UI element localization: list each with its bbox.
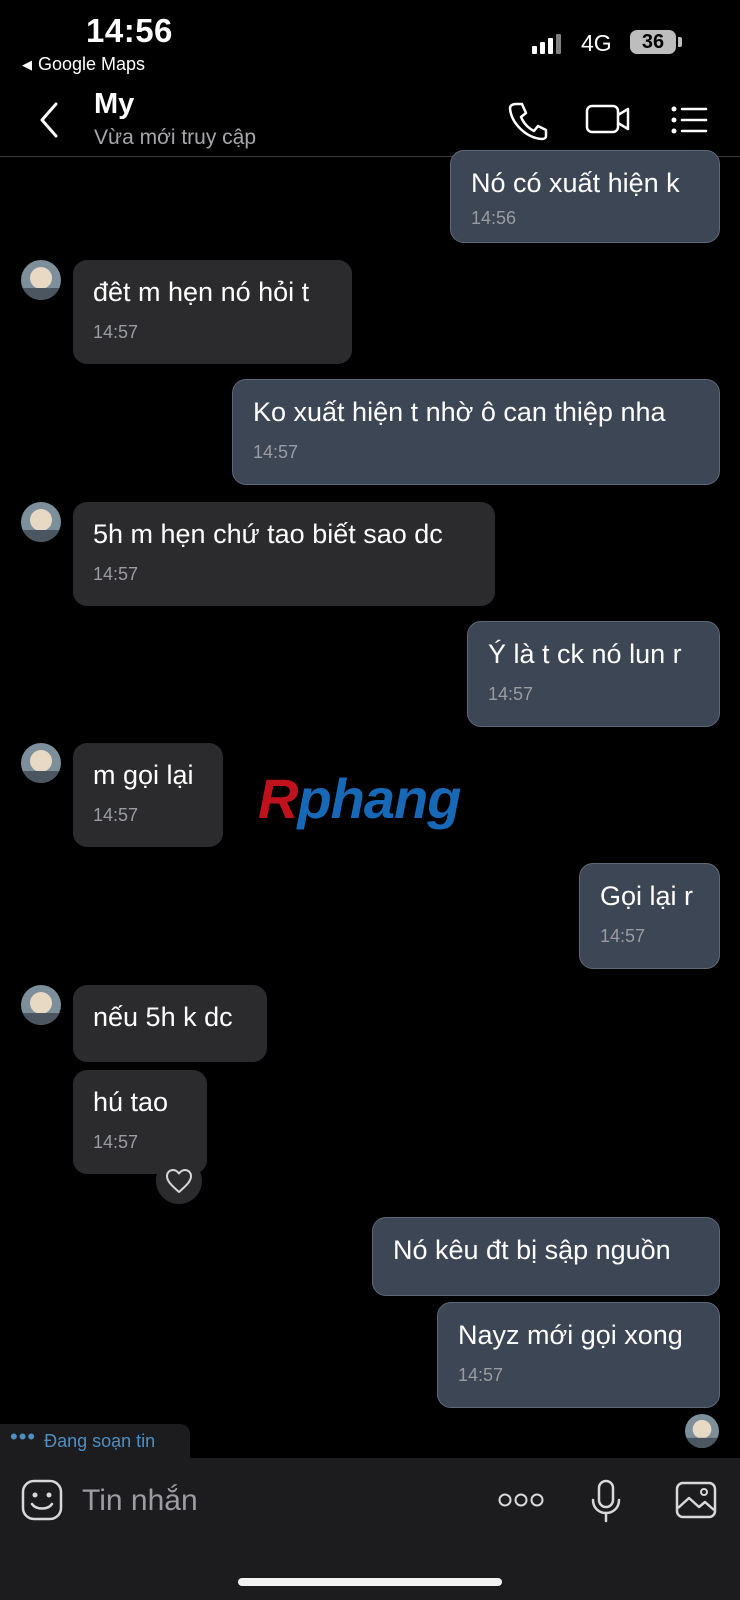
voice-button[interactable] <box>590 1478 622 1524</box>
battery-icon: 36 <box>630 30 676 54</box>
menu-button[interactable] <box>668 98 712 142</box>
typing-dots-icon: ••• <box>10 1424 37 1449</box>
back-app-label: Google Maps <box>38 54 146 74</box>
avatar[interactable] <box>21 743 61 783</box>
reaction-button[interactable] <box>156 1158 202 1204</box>
emoji-icon <box>21 1479 63 1521</box>
message-bubble[interactable]: Nó kêu đt bị sập nguồn <box>372 1217 720 1296</box>
signal-icon <box>532 32 561 54</box>
emoji-button[interactable] <box>20 1478 64 1522</box>
message-input[interactable]: Tin nhắn <box>82 1484 198 1518</box>
message-bubble[interactable]: Ko xuất hiện t nhờ ô can thiệp nha 14:57 <box>232 379 720 485</box>
status-time: 14:56 <box>86 12 173 49</box>
battery-level: 36 <box>641 30 665 53</box>
phone-icon <box>508 102 548 141</box>
heart-icon <box>166 1169 192 1193</box>
seen-avatar <box>685 1414 719 1448</box>
more-icon <box>498 1493 544 1507</box>
avatar[interactable] <box>21 502 61 542</box>
message-time: 14:57 <box>93 322 139 342</box>
message-time: 14:57 <box>93 1132 139 1152</box>
avatar[interactable] <box>21 260 61 300</box>
message-text: 5h m hẹn chứ tao biết sao dc <box>93 519 443 549</box>
contact-status: Vừa mới truy cập <box>94 126 257 149</box>
message-text: Gọi lại r <box>600 881 694 911</box>
avatar[interactable] <box>21 985 61 1025</box>
more-button[interactable] <box>497 1488 545 1512</box>
message-bubble[interactable]: Ý là t ck nó lun r 14:57 <box>467 621 720 727</box>
contact-name[interactable]: My <box>94 88 134 121</box>
back-to-app-link[interactable]: ◀ Google Maps <box>22 54 145 75</box>
message-bubble[interactable]: m gọi lại 14:57 <box>73 743 223 847</box>
message-text: Nó kêu đt bị sập nguồn <box>393 1235 671 1265</box>
message-bubble[interactable]: 5h m hẹn chứ tao biết sao dc 14:57 <box>73 502 495 606</box>
message-time: 14:57 <box>93 805 139 825</box>
back-icon <box>40 102 58 138</box>
back-triangle-icon: ◀ <box>22 56 32 72</box>
back-button[interactable] <box>28 96 72 144</box>
microphone-icon <box>591 1479 621 1523</box>
message-time: 14:56 <box>471 208 517 228</box>
message-bubble[interactable]: đêt m hẹn nó hỏi t 14:57 <box>73 260 352 364</box>
message-bubble[interactable]: Nó có xuất hiện k 14:56 <box>450 150 720 243</box>
watermark-first: R <box>258 767 298 830</box>
menu-icon <box>671 106 708 134</box>
message-time: 14:57 <box>253 442 299 462</box>
call-button[interactable] <box>506 98 550 142</box>
message-text: Nó có xuất hiện k <box>471 168 680 198</box>
message-text: Ko xuất hiện t nhờ ô can thiệp nha <box>253 397 666 427</box>
typing-text: Đang soạn tin <box>44 1430 156 1451</box>
message-time: 14:57 <box>93 564 139 584</box>
battery-nub <box>678 37 682 47</box>
message-time: 14:57 <box>458 1365 504 1385</box>
video-call-button[interactable] <box>584 98 634 142</box>
message-text: m gọi lại <box>93 760 194 790</box>
message-bubble[interactable]: nếu 5h k dc <box>73 985 267 1062</box>
message-text: Ý là t ck nó lun r <box>488 639 682 669</box>
home-indicator[interactable] <box>238 1578 502 1586</box>
message-bubble[interactable]: Gọi lại r 14:57 <box>579 863 720 969</box>
video-icon <box>585 104 630 134</box>
message-text: đêt m hẹn nó hỏi t <box>93 277 310 307</box>
watermark-rest: phang <box>297 767 461 830</box>
message-bubble[interactable]: hú tao 14:57 <box>73 1070 207 1174</box>
image-button[interactable] <box>674 1478 718 1522</box>
message-bubble[interactable]: Nayz mới gọi xong 14:57 <box>437 1302 720 1408</box>
network-type: 4G <box>581 30 612 56</box>
watermark-logo: Rphang <box>258 766 461 831</box>
message-time: 14:57 <box>600 926 646 946</box>
message-text: Nayz mới gọi xong <box>458 1320 683 1350</box>
message-text: nếu 5h k dc <box>93 1002 233 1032</box>
image-icon <box>675 1481 717 1519</box>
message-text: hú tao <box>93 1087 169 1117</box>
typing-indicator: ••• Đang soạn tin <box>0 1424 190 1458</box>
message-time: 14:57 <box>488 684 534 704</box>
